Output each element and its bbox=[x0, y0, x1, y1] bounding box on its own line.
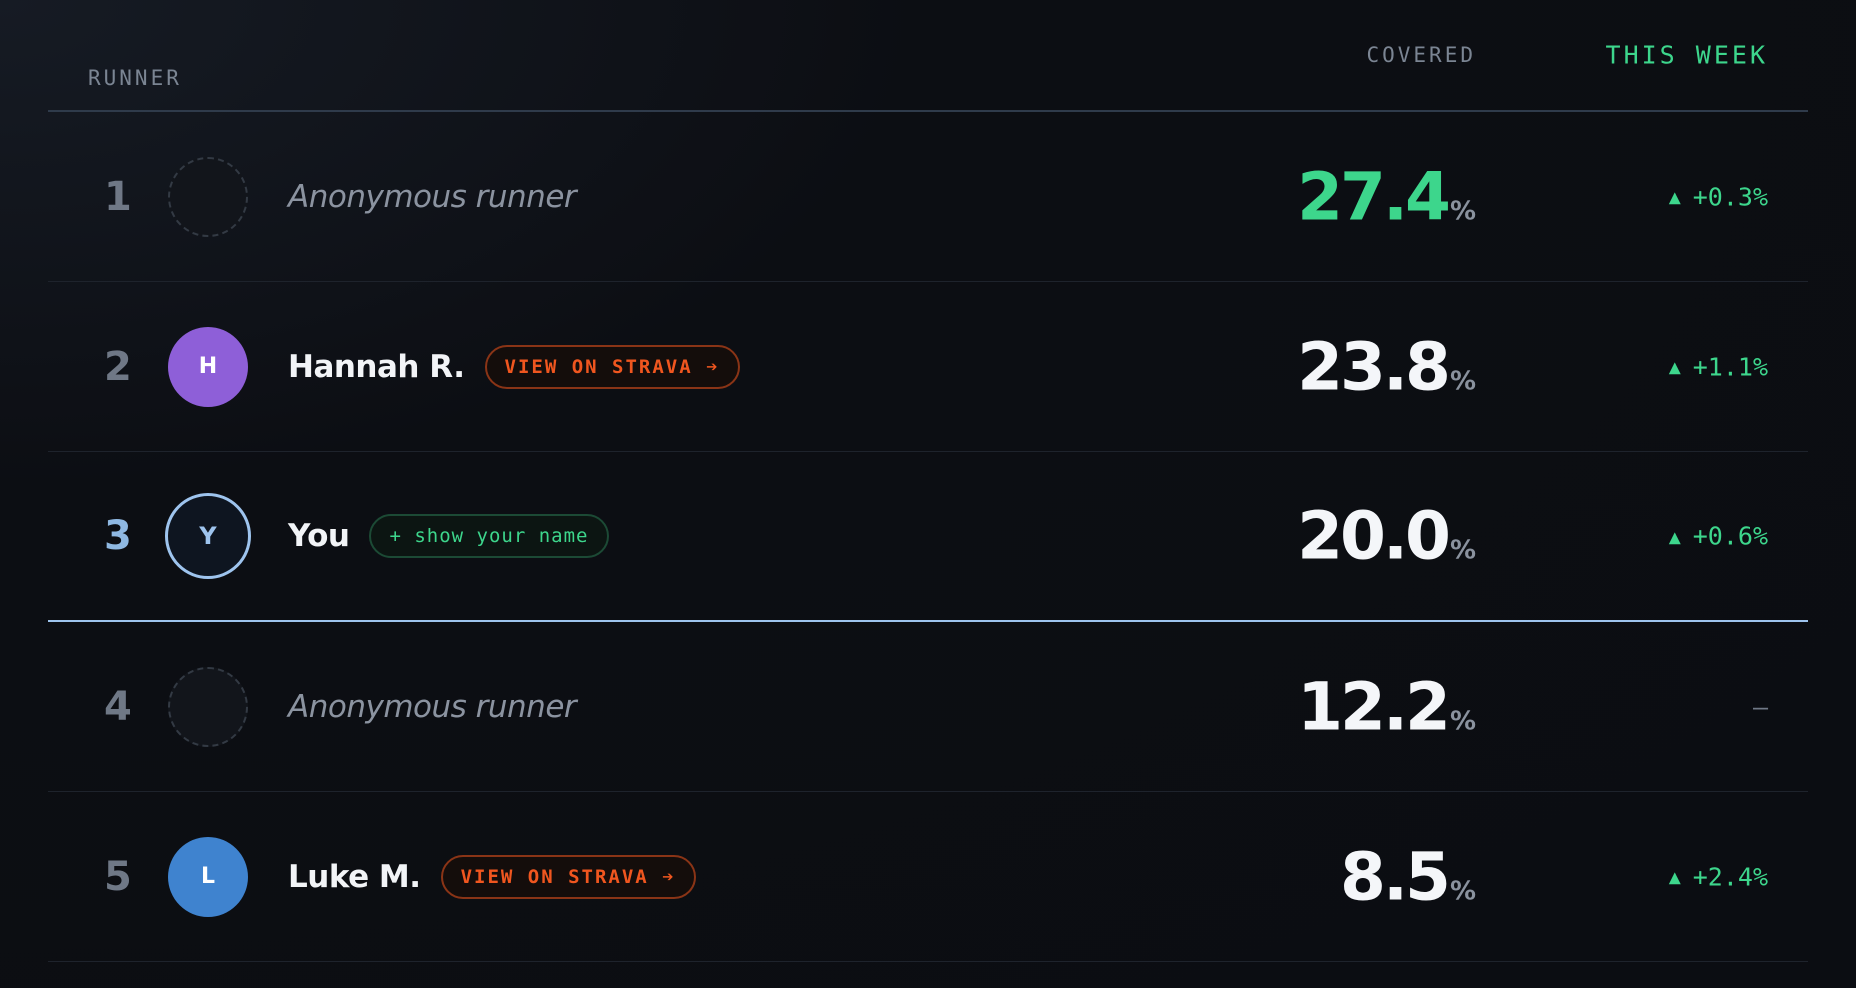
weekly-change: ▲ +2.4% bbox=[1669, 862, 1768, 891]
rank-number: 3 bbox=[104, 513, 132, 559]
covered-value: 12.2 % bbox=[1297, 668, 1476, 745]
runner-name-cell: Hannah R. VIEW ON STRAVA ➔ bbox=[288, 344, 740, 389]
covered-value: 27.4 % bbox=[1297, 158, 1476, 235]
column-header-runner: RUNNER bbox=[88, 66, 182, 90]
covered-value: 23.8 % bbox=[1297, 328, 1476, 405]
runner-name-cell: Anonymous runner bbox=[288, 178, 577, 215]
triangle-up-icon: ▲ bbox=[1668, 354, 1681, 379]
rank-number: 1 bbox=[104, 173, 132, 220]
table-row: 5 L Luke M. VIEW ON STRAVA ➔ 8.5 % ▲ +2.… bbox=[48, 792, 1808, 962]
weekly-change-value: +2.4% bbox=[1692, 862, 1768, 891]
avatar-placeholder bbox=[168, 156, 248, 237]
column-header-covered: COVERED bbox=[1366, 43, 1476, 67]
covered-percent-sign: % bbox=[1449, 535, 1476, 566]
avatar-placeholder bbox=[168, 666, 248, 747]
triangle-up-icon: ▲ bbox=[1668, 864, 1681, 889]
runner-name: You bbox=[288, 518, 350, 554]
avatar-current-user: Y bbox=[165, 493, 251, 579]
weekly-change-value: – bbox=[1752, 692, 1768, 721]
covered-percent-sign: % bbox=[1449, 876, 1476, 906]
runner-name: Hannah R. bbox=[288, 348, 465, 385]
table-row: 4 Anonymous runner 12.2 % – bbox=[48, 622, 1808, 792]
weekly-change: ▲ +0.3% bbox=[1669, 182, 1768, 211]
weekly-change-value: +1.1% bbox=[1692, 352, 1768, 381]
covered-percent-sign: % bbox=[1449, 196, 1476, 226]
triangle-up-icon: ▲ bbox=[1668, 524, 1681, 548]
weekly-change-value: +0.6% bbox=[1692, 521, 1768, 551]
view-on-strava-button[interactable]: VIEW ON STRAVA ➔ bbox=[440, 854, 696, 899]
leaderboard-header: RUNNER COVERED THIS WEEK bbox=[48, 0, 1808, 112]
show-your-name-button[interactable]: + show your name bbox=[369, 514, 609, 558]
table-row: 1 Anonymous runner 27.4 % ▲ +0.3% bbox=[48, 112, 1808, 282]
triangle-up-icon: ▲ bbox=[1668, 184, 1681, 209]
table-row-current-user: 3 Y You + show your name 20.0 % ▲ +0.6% bbox=[48, 452, 1808, 622]
runner-name: Anonymous runner bbox=[288, 688, 577, 725]
runner-name: Luke M. bbox=[288, 858, 421, 895]
weekly-change: – bbox=[1753, 692, 1768, 721]
covered-number: 8.5 bbox=[1340, 838, 1451, 915]
weekly-change: ▲ +0.6% bbox=[1669, 522, 1768, 551]
runner-name-cell: Anonymous runner bbox=[288, 688, 577, 725]
rank-number: 5 bbox=[104, 853, 132, 900]
column-header-this-week: THIS WEEK bbox=[1605, 40, 1768, 70]
covered-number: 23.8 bbox=[1297, 328, 1451, 405]
weekly-change-value: +0.3% bbox=[1692, 182, 1768, 211]
table-row: 2 H Hannah R. VIEW ON STRAVA ➔ 23.8 % ▲ … bbox=[48, 282, 1808, 452]
rank-number: 4 bbox=[104, 683, 132, 730]
runner-name-cell: Luke M. VIEW ON STRAVA ➔ bbox=[288, 854, 696, 899]
rank-number: 2 bbox=[104, 343, 132, 390]
covered-number: 12.2 bbox=[1297, 668, 1451, 745]
avatar: H bbox=[168, 326, 248, 407]
leaderboard: RUNNER COVERED THIS WEEK 1 Anonymous run… bbox=[48, 0, 1808, 962]
covered-percent-sign: % bbox=[1449, 366, 1476, 396]
view-on-strava-button[interactable]: VIEW ON STRAVA ➔ bbox=[484, 344, 740, 389]
runner-name: Anonymous runner bbox=[288, 178, 577, 215]
covered-percent-sign: % bbox=[1449, 706, 1476, 736]
runner-name-cell: You + show your name bbox=[288, 514, 609, 558]
covered-value: 8.5 % bbox=[1340, 838, 1476, 915]
covered-number: 27.4 bbox=[1297, 158, 1451, 235]
covered-number: 20.0 bbox=[1297, 497, 1451, 575]
covered-value: 20.0 % bbox=[1297, 498, 1476, 575]
avatar: L bbox=[168, 836, 248, 917]
weekly-change: ▲ +1.1% bbox=[1669, 352, 1768, 381]
